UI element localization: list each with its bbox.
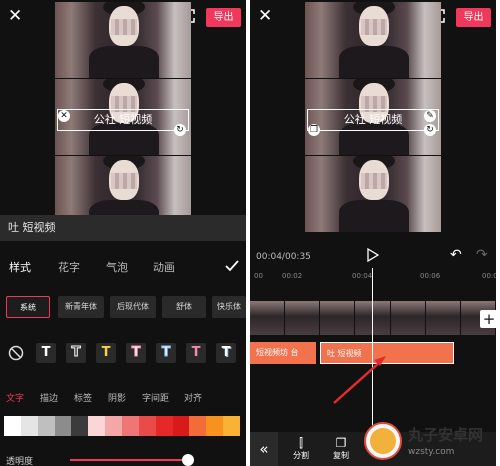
style-tabs: 样式 花字 气泡 动画 xyxy=(0,252,246,282)
split-label: 分割 xyxy=(293,451,309,460)
text-style-white-shadow-icon[interactable]: T xyxy=(216,343,236,363)
color-swatch[interactable] xyxy=(138,416,156,436)
color-swatch[interactable] xyxy=(71,416,89,436)
timeline-panel: ✕ 导出 公社 短视频 ❐ ✎ ↻ 00:04/00:35 ↶ ↷ 00 00:… xyxy=(250,0,496,466)
copy-button[interactable]: ❐ 复制 xyxy=(326,436,356,461)
screenshot: ✕ 导出 公社 短视频 ✕ ↻ 吐 短视频 样式 花字 气泡 动画 系统 新青年… xyxy=(0,0,500,466)
caption-delete-icon[interactable]: ✕ xyxy=(58,110,70,122)
font-chip[interactable]: 后现代体 xyxy=(110,296,156,318)
text-editor-panel: ✕ 导出 公社 短视频 ✕ ↻ 吐 短视频 样式 花字 气泡 动画 系统 新青年… xyxy=(0,0,246,466)
split-icon: ⫿ xyxy=(299,436,303,450)
color-palette xyxy=(4,416,241,436)
color-swatch[interactable] xyxy=(206,416,224,436)
color-swatch[interactable] xyxy=(105,416,123,436)
tab-fancy-text[interactable]: 花字 xyxy=(58,259,80,275)
color-swatch[interactable] xyxy=(122,416,139,436)
color-swatch[interactable] xyxy=(155,416,173,436)
copy-label: 复制 xyxy=(333,451,349,460)
tab-bubble[interactable]: 气泡 xyxy=(106,259,128,275)
watermark-title: 丸子安卓网 xyxy=(408,426,484,444)
opacity-slider-handle[interactable] xyxy=(182,454,194,466)
color-swatch[interactable] xyxy=(189,416,207,436)
copy-icon: ❐ xyxy=(335,436,347,450)
text-property-tabs: 文字 描边 标签 阴影 字间距 对齐 xyxy=(0,391,246,407)
tab-style[interactable]: 样式 xyxy=(9,259,31,275)
caption-text-input[interactable]: 吐 短视频 xyxy=(0,215,246,241)
font-list: 系统 新青年体 后现代体 舒体 快乐体 xyxy=(0,296,246,322)
text-style-pink-outline-icon[interactable]: T xyxy=(126,343,146,363)
font-chip[interactable]: 快乐体 xyxy=(212,296,246,318)
caption-box[interactable]: 公社 短视频 xyxy=(57,109,189,131)
back-icon[interactable]: « xyxy=(250,432,278,466)
font-chip[interactable]: 舒体 xyxy=(162,296,206,318)
confirm-check-icon[interactable] xyxy=(224,258,240,274)
annotation-arrow-icon xyxy=(333,356,386,404)
video-frame xyxy=(55,2,191,78)
text-style-pink-icon[interactable]: T xyxy=(186,343,206,363)
export-button[interactable]: 导出 xyxy=(206,8,241,27)
color-swatch[interactable] xyxy=(223,416,241,436)
split-button[interactable]: ⫿ 分割 xyxy=(286,436,316,461)
text-style-outline-icon[interactable]: T xyxy=(66,343,86,363)
subtab-align[interactable]: 对齐 xyxy=(184,391,202,404)
tab-animation[interactable]: 动画 xyxy=(153,259,175,275)
subtab-shadow[interactable]: 阴影 xyxy=(108,391,126,404)
subtab-spacing[interactable]: 字间距 xyxy=(142,391,169,404)
text-style-presets: T T T T T T T xyxy=(0,343,246,369)
watermark-url: wzsty.com xyxy=(408,447,455,457)
color-swatch[interactable] xyxy=(172,416,190,436)
subtab-stroke[interactable]: 描边 xyxy=(40,391,58,404)
opacity-label: 透明度 xyxy=(6,457,34,466)
text-style-white-icon[interactable]: T xyxy=(36,343,56,363)
color-swatch[interactable] xyxy=(20,416,38,436)
none-icon[interactable] xyxy=(8,345,24,361)
text-style-yellow-icon[interactable]: T xyxy=(96,343,116,363)
text-style-blue-outline-icon[interactable]: T xyxy=(156,343,176,363)
close-icon[interactable]: ✕ xyxy=(8,8,24,25)
font-chip-system[interactable]: 系统 xyxy=(6,296,50,318)
caption-resize-icon[interactable]: ↻ xyxy=(174,124,186,136)
color-swatch[interactable] xyxy=(37,416,55,436)
subtab-text[interactable]: 文字 xyxy=(6,391,24,404)
color-swatch[interactable] xyxy=(54,416,72,436)
font-chip[interactable]: 新青年体 xyxy=(58,296,104,318)
watermark: 丸子安卓网 wzsty.com xyxy=(356,416,500,466)
opacity-slider-track[interactable] xyxy=(70,459,188,461)
watermark-mascot-icon xyxy=(370,428,396,454)
color-swatch[interactable] xyxy=(88,416,106,436)
color-swatch[interactable] xyxy=(4,416,21,436)
subtab-label[interactable]: 标签 xyxy=(74,391,92,404)
